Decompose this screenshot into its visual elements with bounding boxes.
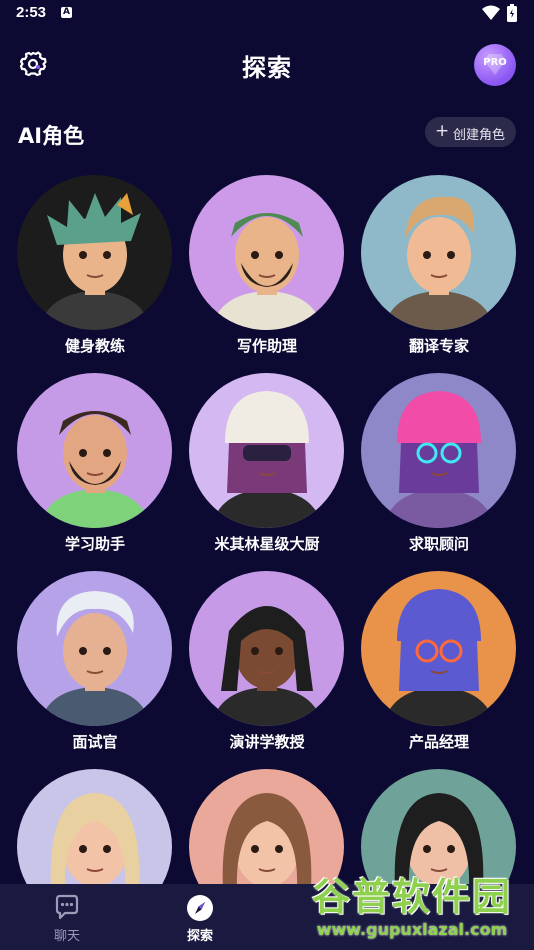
character-avatar [361,373,516,528]
character-avatar [17,175,172,330]
chat-icon [55,894,79,920]
nav-label-chat: 聊天 [53,929,80,944]
watermark: 谷普软件园 www.gupuxlazal.com [292,866,532,946]
pro-label: PRO [483,57,507,68]
character-card[interactable]: 学习助手 [15,373,175,563]
create-character-label: 创建角色 [453,128,506,143]
explore-screen: 2:53 A 探索 PRO AI角色 + 创建角色 健身教练 写作助理 翻译专家… [0,0,534,950]
wifi-icon [482,5,500,20]
character-avatar [189,571,344,726]
watermark-text: 谷普软件园 [311,875,512,919]
character-card[interactable]: 产品经理 [359,571,519,761]
nav-tab-explore[interactable]: 探索 [160,884,240,950]
nav-tab-chat[interactable]: 聊天 [27,884,107,950]
character-avatar [17,571,172,726]
character-name: 翻译专家 [408,337,469,355]
character-name: 演讲学教授 [229,733,305,751]
status-time: 2:53 [16,4,47,21]
watermark-url: www.gupuxlazal.com [316,920,508,939]
create-character-button[interactable]: + 创建角色 [425,117,516,147]
character-avatar [189,373,344,528]
character-avatar [361,175,516,330]
page-title: 探索 [242,54,292,82]
character-card[interactable]: 米其林星级大厨 [187,373,347,563]
character-card[interactable]: 演讲学教授 [187,571,347,761]
character-card[interactable]: 健身教练 [15,175,175,365]
character-name: 面试官 [72,733,118,751]
plus-icon: + [435,121,450,141]
section-title: AI角色 [18,124,85,148]
character-name: 米其林星级大厨 [214,535,320,553]
character-card[interactable]: 翻译专家 [359,175,519,365]
character-avatar [189,175,344,330]
character-name: 产品经理 [408,733,469,751]
character-avatar [361,571,516,726]
character-card[interactable]: 写作助理 [187,175,347,365]
nav-label-explore: 探索 [186,929,213,944]
header: 探索 PRO [0,40,534,90]
notification-icon: A [61,7,72,18]
battery-icon [507,4,517,22]
character-avatar [17,373,172,528]
character-name: 健身教练 [64,337,125,355]
character-card[interactable]: 求职顾问 [359,373,519,563]
character-card[interactable]: 面试官 [15,571,175,761]
character-name: 学习助手 [64,535,125,553]
compass-icon [187,895,213,921]
status-bar: 2:53 A [0,0,534,28]
character-name: 求职顾问 [408,535,469,553]
character-name: 写作助理 [236,337,297,355]
pro-button[interactable]: PRO [474,44,516,86]
